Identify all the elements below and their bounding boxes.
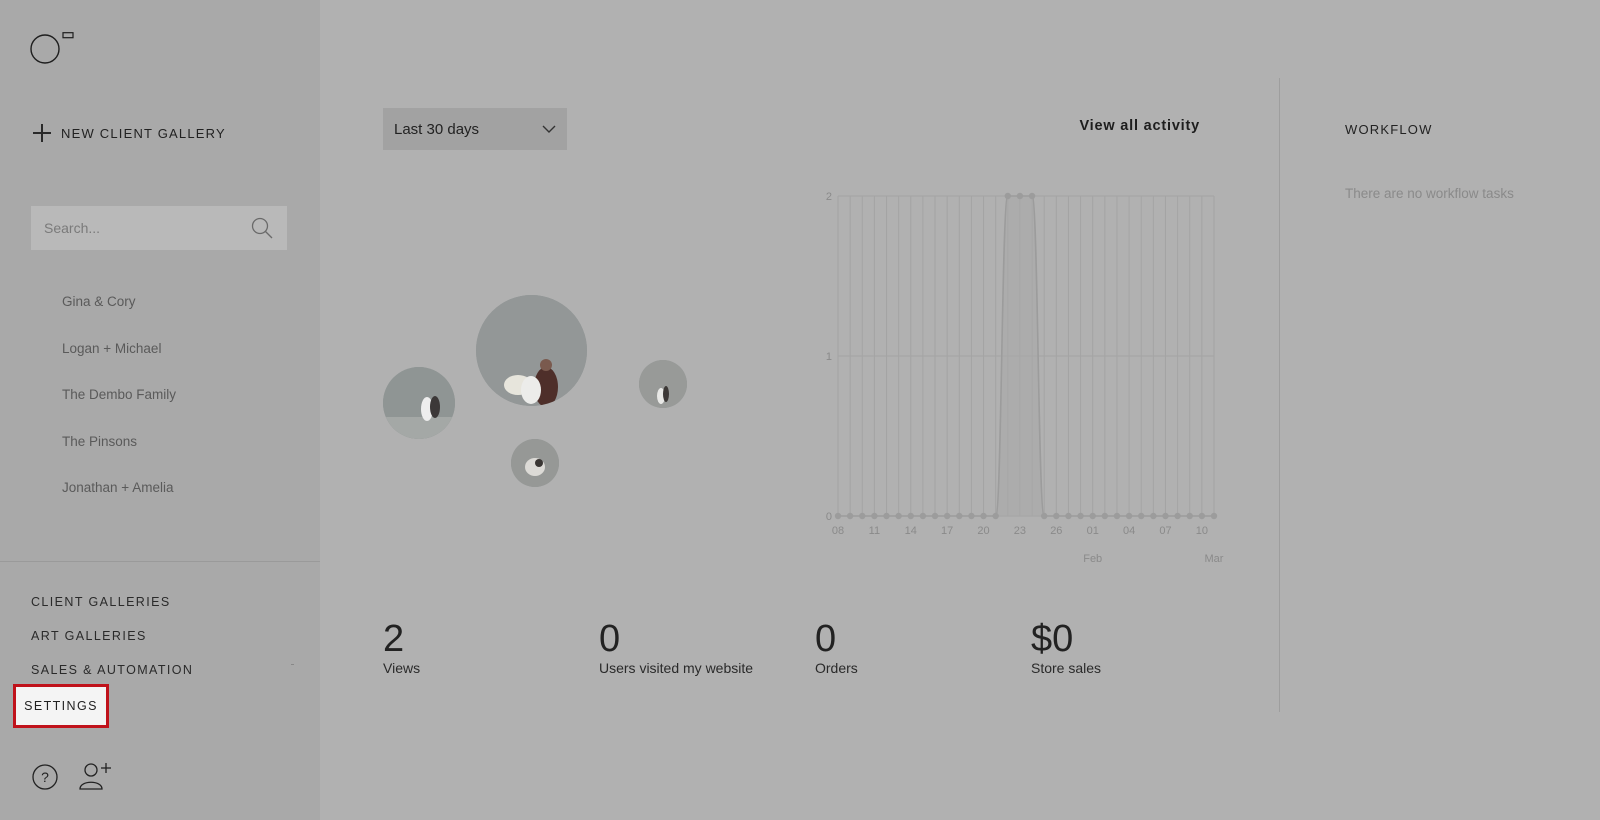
chart-point <box>907 512 914 520</box>
divider-mark <box>291 664 294 665</box>
logo[interactable] <box>30 32 76 64</box>
chart-point <box>980 512 987 520</box>
chart-point <box>1040 512 1048 520</box>
chart-point <box>1198 512 1206 520</box>
gallery-list: Gina & Cory Logan + Michael The Dembo Fa… <box>62 290 176 523</box>
chart-point <box>968 512 975 520</box>
x-tick-label: 17 <box>941 525 953 537</box>
y-tick-label: 1 <box>826 351 832 363</box>
chart-point <box>943 512 951 520</box>
month-label: Mar <box>1205 553 1224 565</box>
x-tick-label: 07 <box>1159 525 1171 537</box>
stat-value: 2 <box>383 618 405 660</box>
search-input[interactable] <box>44 220 250 236</box>
chart-point <box>883 512 890 520</box>
x-tick-label: 26 <box>1050 525 1062 537</box>
y-tick-label: 0 <box>826 511 832 523</box>
chart-point <box>1053 512 1060 520</box>
stat-value: 0 <box>815 618 837 660</box>
sidebar-nav: CLIENT GALLERIES ART GALLERIES SALES & A… <box>31 593 193 695</box>
stat-label: Orders <box>815 660 858 676</box>
chart-point <box>1089 512 1096 520</box>
x-tick-label: 04 <box>1123 525 1135 537</box>
stat-label: Views <box>383 660 421 676</box>
stat-views: 2 Views <box>383 618 420 676</box>
chart-point <box>1186 512 1193 520</box>
gallery-item[interactable]: The Pinsons <box>62 430 176 477</box>
nav-settings[interactable]: SETTINGS <box>13 684 109 728</box>
nav-client-galleries[interactable]: CLIENT GALLERIES <box>31 593 193 627</box>
chart-point <box>834 512 842 520</box>
date-range-value: Last 30 days <box>394 120 480 138</box>
new-client-gallery-label: NEW CLIENT GALLERY <box>61 125 226 141</box>
plus-icon <box>33 124 51 142</box>
chevron-down-icon <box>542 125 556 133</box>
x-tick-label: 08 <box>832 525 844 537</box>
x-tick-label: 11 <box>869 525 880 537</box>
new-client-gallery-button[interactable]: NEW CLIENT GALLERY <box>33 124 226 142</box>
view-all-activity-link[interactable]: View all activity <box>1000 118 1200 134</box>
chart-point <box>895 512 902 520</box>
month-label: Feb <box>1083 553 1102 565</box>
stat-store-sales: $0 Store sales <box>1031 618 1101 676</box>
chart-point <box>1004 192 1012 200</box>
chart-point <box>1125 512 1133 520</box>
chart-point <box>1174 512 1181 520</box>
x-tick-label: 01 <box>1087 525 1099 537</box>
x-tick-label: 23 <box>1014 525 1026 537</box>
search-icon[interactable] <box>250 216 274 240</box>
gallery-item[interactable]: Jonathan + Amelia <box>62 476 176 523</box>
chart-point <box>1210 512 1218 520</box>
nav-settings-label: SETTINGS <box>24 699 98 713</box>
svg-text:?: ? <box>41 769 49 785</box>
stat-orders: 0 Orders <box>815 618 858 676</box>
chart-point <box>956 512 963 520</box>
stat-label: Store sales <box>1031 660 1102 676</box>
y-tick-label: 2 <box>826 191 832 203</box>
chart-point <box>859 512 866 520</box>
stat-value: $0 <box>1031 618 1074 660</box>
gallery-photo-bubble[interactable] <box>383 367 455 439</box>
gallery-item[interactable]: The Dembo Family <box>62 383 176 430</box>
x-tick-label: 14 <box>905 525 917 537</box>
chart-point <box>1162 512 1169 520</box>
chart-point <box>1150 512 1157 520</box>
chart-point <box>1065 512 1072 520</box>
stat-value: 0 <box>599 618 621 660</box>
gallery-photo-bubble[interactable] <box>511 439 559 487</box>
stat-label: Users visited my website <box>599 660 754 676</box>
workflow-empty-message: There are no workflow tasks <box>1345 186 1514 201</box>
gallery-item[interactable]: Gina & Cory <box>62 290 176 337</box>
date-range-select[interactable]: Last 30 days <box>383 108 567 150</box>
chart-point <box>992 512 999 520</box>
chart-point <box>846 512 854 520</box>
help-icon[interactable]: ? <box>32 764 58 790</box>
sidebar: NEW CLIENT GALLERY Gina & Cory Logan + M… <box>0 0 320 820</box>
search-box[interactable] <box>31 206 287 250</box>
stat-users-visited: 0 Users visited my website <box>599 618 753 676</box>
chart-point <box>1113 512 1121 520</box>
sidebar-divider <box>0 561 320 562</box>
chart-point <box>1077 512 1084 520</box>
chart-point <box>1016 192 1024 200</box>
nav-art-galleries[interactable]: ART GALLERIES <box>31 627 193 661</box>
workflow-divider <box>1279 78 1280 712</box>
chart-point <box>919 512 927 520</box>
chart-point <box>1101 512 1109 520</box>
chart-point <box>1028 192 1036 200</box>
gallery-photo-bubble[interactable] <box>476 295 587 406</box>
activity-chart: 01208 11 14 17 20 23 26 01 04 07 10Feb Mar <box>826 191 1224 565</box>
chart-point <box>1138 512 1145 520</box>
x-tick-label: 20 <box>977 525 989 537</box>
chart-point <box>931 512 939 520</box>
add-user-icon[interactable] <box>78 762 112 790</box>
workflow-title: WORKFLOW <box>1345 122 1433 137</box>
x-tick-label: 10 <box>1196 525 1208 537</box>
gallery-photo-bubble[interactable] <box>639 360 687 408</box>
chart-point <box>871 512 878 520</box>
gallery-item[interactable]: Logan + Michael <box>62 337 176 384</box>
